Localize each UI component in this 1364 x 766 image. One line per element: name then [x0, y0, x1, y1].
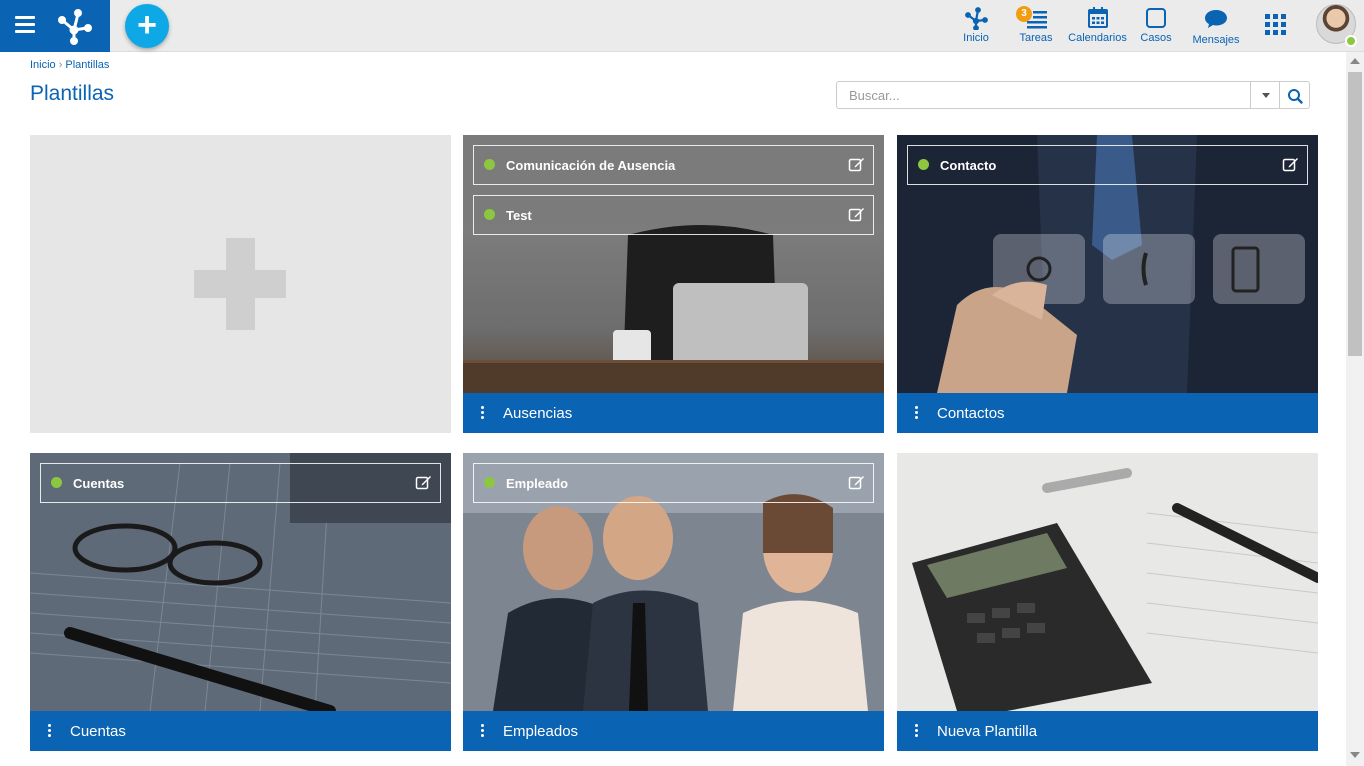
calculator-photo-image	[897, 453, 1318, 711]
category-name: Empleados	[503, 723, 579, 740]
category-card-contactos: Contacto Contactos	[897, 135, 1318, 433]
create-button[interactable]: +	[125, 4, 169, 48]
scroll-down-icon[interactable]	[1350, 752, 1360, 758]
category-footer[interactable]: Ausencias	[463, 393, 884, 433]
scroll-thumb[interactable]	[1348, 72, 1362, 356]
category-name: Nueva Plantilla	[937, 723, 1038, 740]
nav-label: Calendarios	[1068, 32, 1127, 44]
nav-tareas[interactable]: 3 Tareas	[1016, 0, 1056, 52]
active-status-icon	[484, 209, 495, 220]
calendar-icon	[1087, 7, 1108, 28]
search-button[interactable]	[1279, 81, 1310, 109]
menu-icon[interactable]	[15, 16, 35, 34]
category-footer[interactable]: Nueva Plantilla	[897, 711, 1318, 751]
breadcrumb-current: Plantillas	[65, 59, 110, 71]
category-card-cuentas: Cuentas Cuentas	[30, 453, 451, 751]
category-card-empleados: Empleado Empleados	[463, 453, 884, 751]
page-title: Plantillas	[30, 82, 115, 105]
edit-icon[interactable]	[1282, 156, 1299, 173]
category-footer[interactable]: Empleados	[463, 711, 884, 751]
template-item[interactable]: Cuentas	[40, 463, 441, 503]
breadcrumb-separator: ›	[58, 59, 63, 71]
template-name: Contacto	[940, 158, 997, 173]
template-name: Comunicación de Ausencia	[506, 158, 676, 173]
category-name: Contactos	[937, 405, 1005, 422]
category-footer[interactable]: Cuentas	[30, 711, 451, 751]
nav-label: Inicio	[963, 32, 989, 44]
add-template-card[interactable]	[30, 135, 451, 433]
edit-icon[interactable]	[848, 156, 865, 173]
template-item[interactable]: Comunicación de Ausencia	[473, 145, 874, 185]
search-icon	[1288, 89, 1303, 104]
more-options-icon[interactable]	[915, 406, 919, 420]
nav-casos[interactable]: Casos	[1138, 0, 1174, 52]
category-name: Cuentas	[70, 723, 126, 740]
category-card-nueva-plantilla: Nueva Plantilla	[897, 453, 1318, 751]
nav-inicio[interactable]: Inicio	[956, 0, 996, 52]
app-logo-icon[interactable]	[54, 6, 94, 46]
category-name: Ausencias	[503, 405, 573, 422]
nav-mensajes[interactable]: Mensajes	[1190, 0, 1242, 52]
active-status-icon	[484, 159, 495, 170]
home-network-icon	[965, 7, 988, 30]
active-status-icon	[918, 159, 929, 170]
breadcrumb: Inicio › Plantillas	[30, 59, 109, 71]
template-item[interactable]: Test	[473, 195, 874, 235]
more-options-icon[interactable]	[481, 724, 485, 738]
plus-icon-bar	[194, 270, 286, 298]
edit-icon[interactable]	[415, 474, 432, 491]
scroll-up-icon[interactable]	[1350, 58, 1360, 64]
template-item[interactable]: Empleado	[473, 463, 874, 503]
nav-label: Casos	[1140, 32, 1172, 44]
edit-icon[interactable]	[848, 206, 865, 223]
template-name: Empleado	[506, 476, 569, 491]
template-item[interactable]: Contacto	[907, 145, 1308, 185]
edit-icon[interactable]	[848, 474, 865, 491]
active-status-icon	[51, 477, 62, 488]
category-card-ausencias: Comunicación de Ausencia Test Ausencias	[463, 135, 884, 433]
more-options-icon[interactable]	[481, 406, 485, 420]
nav-label: Tareas	[1019, 32, 1053, 44]
template-name: Test	[506, 208, 532, 223]
top-bar: + Inicio 3 Tareas Calendarios Casos Mens…	[0, 0, 1364, 52]
more-options-icon[interactable]	[48, 724, 52, 738]
online-status-icon	[1345, 35, 1357, 47]
brand-area	[0, 0, 110, 52]
category-footer[interactable]: Contactos	[897, 393, 1318, 433]
message-icon	[1205, 10, 1227, 28]
active-status-icon	[484, 477, 495, 488]
tasks-count-badge: 3	[1016, 6, 1032, 22]
apps-grid-icon[interactable]	[1265, 14, 1287, 36]
search-filter-dropdown[interactable]	[1250, 81, 1280, 109]
template-name: Cuentas	[73, 476, 125, 491]
breadcrumb-home-link[interactable]: Inicio	[30, 59, 56, 71]
more-options-icon[interactable]	[915, 724, 919, 738]
search-input[interactable]	[836, 81, 1250, 109]
nav-calendarios[interactable]: Calendarios	[1066, 0, 1129, 52]
nav-label: Mensajes	[1192, 34, 1240, 46]
cases-icon	[1146, 8, 1166, 28]
